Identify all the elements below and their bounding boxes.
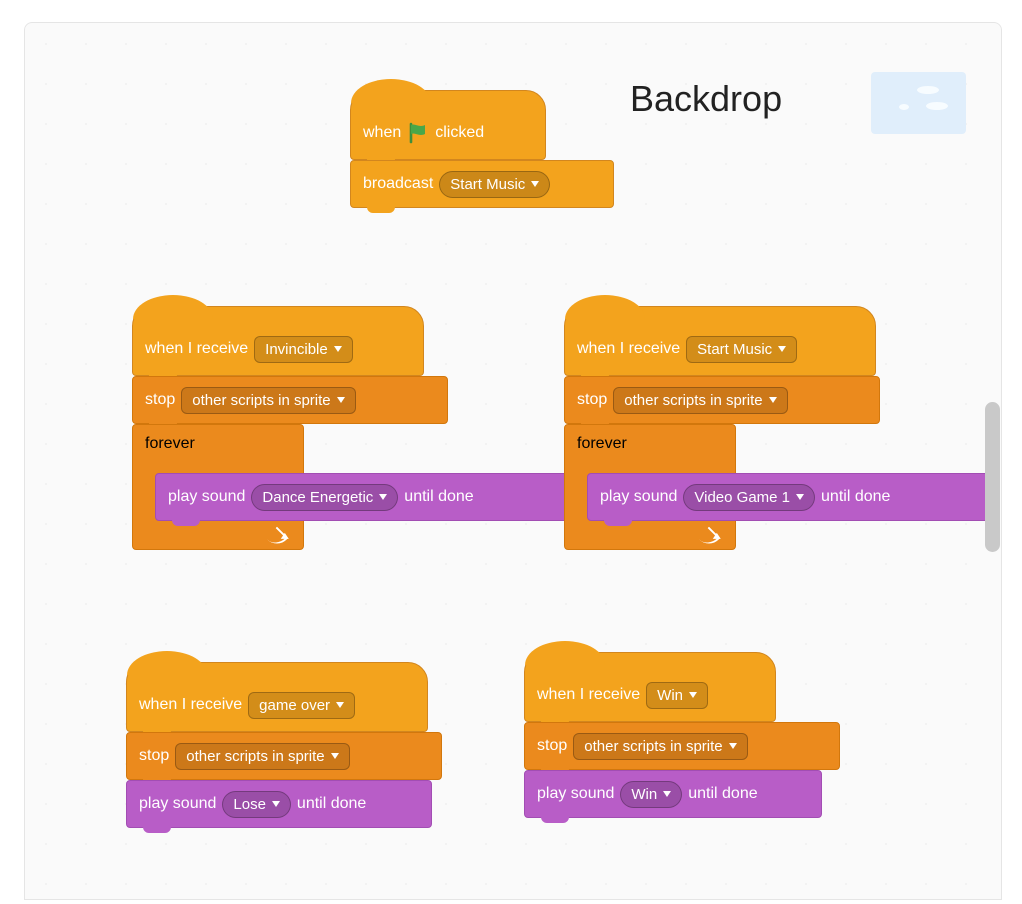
chevron-down-icon [778,346,786,352]
label: stop [537,737,567,755]
sound-dropdown[interactable]: Win [620,781,682,808]
stop-block[interactable]: stop other scripts in sprite [524,722,840,770]
dropdown-value: Dance Energetic [262,489,373,506]
label: clicked [435,124,484,142]
dropdown-value: Start Music [450,176,525,193]
label: until done [688,785,757,803]
label: play sound [537,785,614,803]
label: play sound [168,488,245,506]
label: forever [577,435,627,453]
script-canvas[interactable]: Backdrop when clicked broadcast Start Mu… [24,22,1002,900]
dropdown-value: other scripts in sprite [584,738,722,755]
label: when I receive [145,340,248,358]
when-flag-clicked-block[interactable]: when clicked [350,90,546,160]
dropdown-value: Lose [233,796,266,813]
play-sound-block[interactable]: play sound Dance Energetic until done [155,473,580,521]
sound-dropdown[interactable]: Lose [222,791,291,818]
message-dropdown[interactable]: Win [646,682,708,709]
chevron-down-icon [689,692,697,698]
stop-option-dropdown[interactable]: other scripts in sprite [573,733,747,760]
dropdown-value: Video Game 1 [694,489,790,506]
play-sound-block[interactable]: play sound Win until done [524,770,822,818]
chevron-down-icon [796,494,804,500]
label: when I receive [577,340,680,358]
dropdown-value: game over [259,697,330,714]
label: forever [145,435,195,453]
dropdown-value: other scripts in sprite [624,392,762,409]
page-title: Backdrop [630,78,782,120]
chevron-down-icon [337,397,345,403]
when-i-receive-block[interactable]: when I receive Invincible [132,306,424,376]
label: stop [139,747,169,765]
forever-block[interactable]: forever play sound Video Game 1 until do… [564,424,736,550]
cloud-icon [917,86,939,94]
stop-block[interactable]: stop other scripts in sprite [564,376,880,424]
chevron-down-icon [379,494,387,500]
label: when [363,124,401,142]
dropdown-value: Invincible [265,341,328,358]
cloud-icon [899,104,909,110]
label: stop [577,391,607,409]
message-dropdown[interactable]: game over [248,692,355,719]
chevron-down-icon [531,181,539,187]
loop-icon [266,527,289,550]
sound-dropdown[interactable]: Dance Energetic [251,484,398,511]
label: when I receive [139,696,242,714]
label: when I receive [537,686,640,704]
stop-option-dropdown[interactable]: other scripts in sprite [181,387,355,414]
stop-option-dropdown[interactable]: other scripts in sprite [175,743,349,770]
when-i-receive-block[interactable]: when I receive Start Music [564,306,876,376]
chevron-down-icon [729,743,737,749]
message-dropdown[interactable]: Start Music [686,336,797,363]
stop-block[interactable]: stop other scripts in sprite [126,732,442,780]
vertical-scrollbar[interactable] [985,402,1000,552]
label: stop [145,391,175,409]
label: broadcast [363,175,433,193]
label: until done [404,488,473,506]
sound-dropdown[interactable]: Video Game 1 [683,484,815,511]
green-flag-icon [407,122,429,144]
when-i-receive-block[interactable]: when I receive Win [524,652,776,722]
chevron-down-icon [272,801,280,807]
loop-icon [698,527,721,550]
chevron-down-icon [336,702,344,708]
label: play sound [139,795,216,813]
broadcast-message-dropdown[interactable]: Start Music [439,171,550,198]
chevron-down-icon [769,397,777,403]
dropdown-value: Win [657,687,683,704]
label: until done [821,488,890,506]
broadcast-block[interactable]: broadcast Start Music [350,160,614,208]
stop-option-dropdown[interactable]: other scripts in sprite [613,387,787,414]
play-sound-block[interactable]: play sound Video Game 1 until done [587,473,995,521]
backdrop-thumbnail[interactable] [871,72,966,134]
cloud-icon [926,102,948,110]
stop-block[interactable]: stop other scripts in sprite [132,376,448,424]
dropdown-value: Start Music [697,341,772,358]
chevron-down-icon [331,753,339,759]
message-dropdown[interactable]: Invincible [254,336,353,363]
chevron-down-icon [663,791,671,797]
dropdown-value: other scripts in sprite [192,392,330,409]
label: play sound [600,488,677,506]
chevron-down-icon [334,346,342,352]
when-i-receive-block[interactable]: when I receive game over [126,662,428,732]
forever-block[interactable]: forever play sound Dance Energetic until… [132,424,304,550]
play-sound-block[interactable]: play sound Lose until done [126,780,432,828]
dropdown-value: other scripts in sprite [186,748,324,765]
label: until done [297,795,366,813]
dropdown-value: Win [631,786,657,803]
